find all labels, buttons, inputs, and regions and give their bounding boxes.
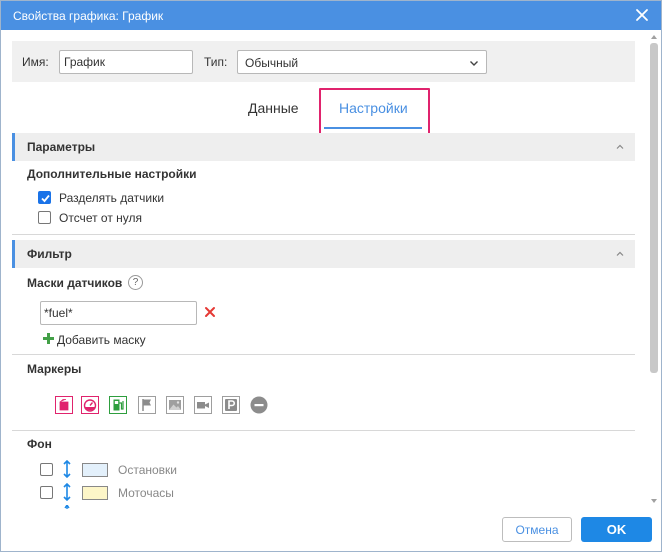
divider xyxy=(12,430,635,431)
tab-highlight-frame xyxy=(319,88,430,136)
divider xyxy=(12,234,635,235)
video-marker-icon[interactable] xyxy=(194,396,212,414)
chevron-down-icon xyxy=(470,61,478,66)
additional-settings-label: Дополнительные настройки xyxy=(27,167,197,181)
background-label: Фон xyxy=(27,437,52,451)
checkbox-engine-hours[interactable] xyxy=(40,486,53,499)
background-item-stops-label: Остановки xyxy=(118,463,177,477)
name-label: Имя: xyxy=(22,55,49,69)
sensor-masks-label: Маски датчиков xyxy=(27,276,123,290)
type-label: Тип: xyxy=(204,55,228,69)
sensor-mask-input[interactable] xyxy=(40,301,197,325)
help-icon[interactable]: ? xyxy=(128,275,143,290)
check-icon xyxy=(41,194,50,203)
delete-mask-icon[interactable] xyxy=(204,306,216,318)
checkbox-stops[interactable] xyxy=(40,463,53,476)
vertical-arrows-icon[interactable] xyxy=(62,483,72,501)
color-swatch-stops[interactable] xyxy=(82,463,108,477)
dialog-content: Имя: Тип: Обычный Данные Настройки Парам… xyxy=(12,41,635,509)
dialog-titlebar: Свойства графика: График xyxy=(1,1,661,30)
scrollbar-thumb[interactable] xyxy=(650,43,658,373)
section-filter-header[interactable]: Фильтр xyxy=(12,240,635,268)
name-input[interactable] xyxy=(59,50,193,74)
option-zero-origin-label: Отсчет от нуля xyxy=(59,211,143,225)
dialog-title: Свойства графика: График xyxy=(13,9,164,23)
markers-label: Маркеры xyxy=(27,362,82,376)
type-select-value: Обычный xyxy=(245,56,299,70)
section-params-title: Параметры xyxy=(27,140,96,154)
checkbox-zero-origin[interactable] xyxy=(38,211,51,224)
section-params-header[interactable]: Параметры xyxy=(12,133,635,161)
dialog-footer: Отмена OK xyxy=(1,509,661,551)
content-scrollbar[interactable] xyxy=(648,31,661,509)
type-select[interactable]: Обычный xyxy=(237,50,487,74)
fuel-station-marker-icon[interactable] xyxy=(109,396,127,414)
ok-button[interactable]: OK xyxy=(581,517,652,542)
image-marker-icon[interactable] xyxy=(166,396,184,414)
fuel-fill-marker-icon[interactable] xyxy=(55,396,73,414)
divider xyxy=(12,354,635,355)
color-swatch-engine-hours[interactable] xyxy=(82,486,108,500)
add-mask-label: Добавить маску xyxy=(57,333,146,347)
scroll-down-icon[interactable] xyxy=(650,497,658,505)
minus-circle-marker-icon[interactable] xyxy=(250,396,268,414)
checkbox-split-sensors[interactable] xyxy=(38,191,51,204)
tab-bar: Данные Настройки xyxy=(12,82,635,136)
plus-icon xyxy=(43,333,54,344)
vertical-arrows-icon[interactable] xyxy=(62,460,72,478)
close-icon[interactable] xyxy=(633,6,651,24)
chart-properties-dialog: Свойства графика: График Имя: Тип: Обычн… xyxy=(0,0,662,552)
cancel-button[interactable]: Отмена xyxy=(502,517,572,542)
parking-marker-icon[interactable] xyxy=(222,396,240,414)
chevron-up-icon xyxy=(616,251,624,256)
name-type-bar: Имя: Тип: Обычный xyxy=(12,41,635,82)
chevron-up-icon xyxy=(616,144,624,149)
scroll-up-icon[interactable] xyxy=(650,33,658,41)
gauge-marker-icon[interactable] xyxy=(81,396,99,414)
section-filter-title: Фильтр xyxy=(27,247,72,261)
option-split-sensors-label: Разделять датчики xyxy=(59,191,165,205)
flag-marker-icon[interactable] xyxy=(138,396,156,414)
tab-data[interactable]: Данные xyxy=(248,100,299,116)
background-item-engine-hours-label: Моточасы xyxy=(118,486,174,500)
